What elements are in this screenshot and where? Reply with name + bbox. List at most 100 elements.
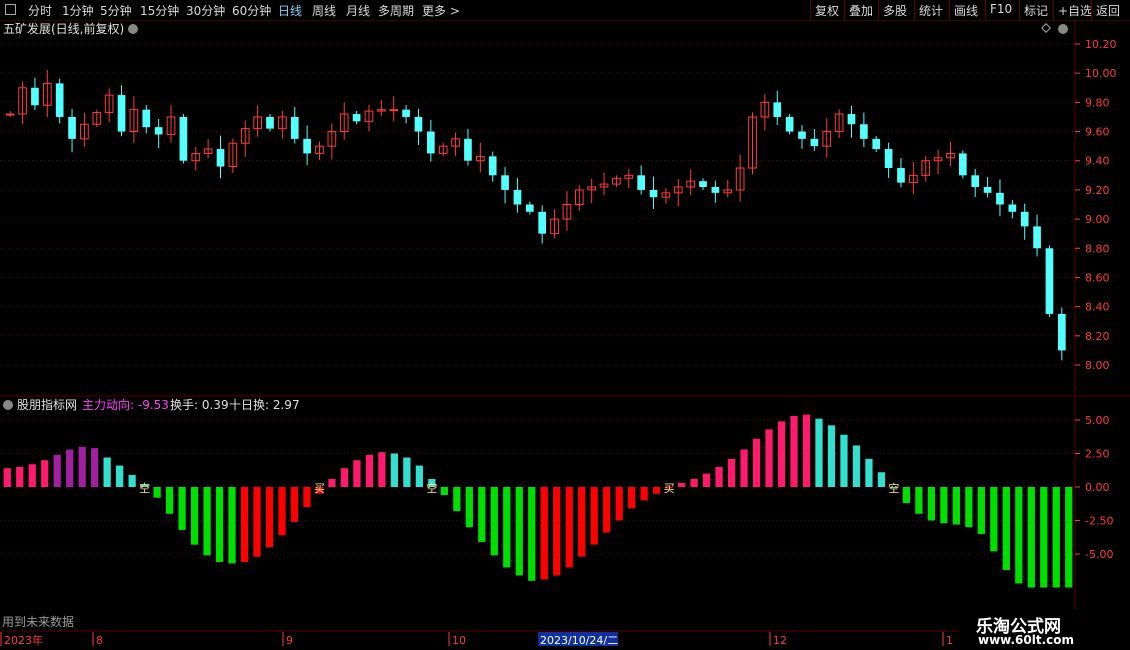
toolbar-item-8[interactable]: 月线 <box>346 2 370 19</box>
candle-down <box>971 175 980 187</box>
toolbar-right-item-0[interactable]: 复权 <box>815 2 839 19</box>
toolbar-right-item-7[interactable]: +自选 <box>1058 2 1092 19</box>
candle-down <box>810 138 819 147</box>
candle-down <box>959 153 967 176</box>
indicator-bar <box>578 487 586 557</box>
indicator-bar <box>815 418 823 487</box>
indicator-axis-label: -2.50 <box>1085 515 1113 528</box>
time-axis-label: 1 <box>946 634 953 647</box>
indicator-bar <box>190 487 199 545</box>
indicator-bar <box>440 487 448 496</box>
indicator-bar <box>952 487 960 525</box>
toolbar-right-item-4[interactable]: 画线 <box>954 2 978 19</box>
toolbar-item-7[interactable]: 周线 <box>312 2 336 19</box>
toolbar-item-5[interactable]: 60分钟 <box>232 2 271 19</box>
candle-down <box>290 116 299 139</box>
candle-down <box>414 116 423 132</box>
toolbar-item-10[interactable]: 更多 > <box>422 2 460 19</box>
toolbar-right-item-5[interactable]: F10 <box>990 2 1012 16</box>
indicator-bar <box>403 457 411 487</box>
price-axis-label: 8.20 <box>1085 330 1110 343</box>
toolbar-right-item-6[interactable]: 标记 <box>1024 2 1048 19</box>
indicator-bar <box>515 487 523 576</box>
candle-down <box>1008 204 1017 212</box>
title-dropdown-icon[interactable] <box>128 24 138 34</box>
candle-down <box>1020 211 1029 227</box>
candle-down <box>55 83 64 117</box>
price-axis-label: 8.40 <box>1085 301 1110 314</box>
toolbar-item-1[interactable]: 1分钟 <box>62 2 94 19</box>
indicator-bar <box>565 487 573 568</box>
indicator-bar <box>790 415 798 487</box>
indicator-bar <box>328 478 336 487</box>
diamond-icon[interactable] <box>1041 23 1051 33</box>
candle-down <box>464 138 472 161</box>
candle-down <box>860 124 868 139</box>
indicator-bar <box>727 458 736 487</box>
toolbar-item-3[interactable]: 15分钟 <box>140 2 179 19</box>
candle-down <box>154 127 163 135</box>
indicator-bar <box>278 487 286 536</box>
indicator-bar <box>240 487 249 563</box>
price-axis-label: 10.00 <box>1085 67 1117 80</box>
candle-down <box>699 181 707 187</box>
indicator-bar <box>91 448 99 487</box>
toolbar-right-item-8[interactable]: 返回 <box>1096 2 1120 19</box>
candle-down <box>847 114 856 125</box>
indicator-bar <box>740 449 748 487</box>
toolbar-item-0[interactable]: 分时 <box>28 2 52 19</box>
toolbar-item-9[interactable]: 多周期 <box>378 2 414 19</box>
price-axis-label: 9.20 <box>1085 184 1110 197</box>
indicator-bar <box>990 487 998 552</box>
top-toolbar: 分时 1分钟 5分钟 15分钟 30分钟 60分钟 日线 周线 月线 多周期 更多 > 复权 叠加 多股统… <box>0 0 1130 21</box>
indicator-bar <box>41 460 49 487</box>
toolbar-item-6[interactable]: 日线 <box>278 2 302 19</box>
toolbar-right-item-2[interactable]: 多股 <box>883 2 907 19</box>
indicator-bar <box>902 487 911 504</box>
indicator-bar <box>478 487 486 542</box>
candle-down <box>872 138 881 150</box>
indicator-bar <box>702 473 711 487</box>
toolbar-right-item-1[interactable]: 叠加 <box>849 2 873 19</box>
toolbar-right-item-3[interactable]: 统计 <box>919 2 943 19</box>
toolbar-item-4[interactable]: 30分钟 <box>186 2 225 19</box>
toolbar-item-2[interactable]: 5分钟 <box>100 2 132 19</box>
panel-close-icon[interactable] <box>1058 24 1068 34</box>
toolbar-separator <box>949 0 950 20</box>
indicator-bar <box>877 472 886 487</box>
candle-down <box>216 149 225 167</box>
indicator-bar <box>1015 487 1023 584</box>
indicator-bar <box>1065 487 1073 588</box>
candle-down <box>525 204 534 212</box>
watermark: 乐淘公式网 www.60lt.com <box>960 610 1130 650</box>
indicator-bar <box>465 487 473 528</box>
toolbar-separator <box>810 0 811 20</box>
indicator-bar <box>53 454 61 487</box>
toolbar-separator <box>914 0 915 20</box>
indicator-bar <box>752 438 761 487</box>
time-axis-label: 12 <box>773 634 787 647</box>
candle-down <box>1057 313 1066 351</box>
toolbar-separator <box>1019 0 1020 20</box>
indicator-bar <box>390 453 399 487</box>
candle-down <box>785 116 794 132</box>
toolbar-separator <box>844 0 845 20</box>
indicator-bar <box>765 429 773 487</box>
indicator-bar <box>353 460 361 487</box>
panel-menu-icon[interactable] <box>5 4 16 15</box>
signal-label-1: 买 <box>314 482 325 495</box>
candle-down <box>488 156 497 176</box>
indicator-axis-label: -5.00 <box>1085 548 1113 561</box>
candle-down <box>773 102 782 117</box>
indicator-dropdown-icon[interactable] <box>3 400 13 410</box>
indicator-bar <box>453 487 461 512</box>
indicator-bar <box>66 449 74 487</box>
main-force-label: 主力动向: -9.53 <box>82 397 169 412</box>
indicator-bar <box>1040 487 1048 588</box>
indicator-bar <box>528 487 536 581</box>
candle-down <box>513 189 522 205</box>
candle-down <box>501 175 509 190</box>
indicator-bar <box>78 446 86 487</box>
indicator-bar <box>165 487 174 514</box>
indicator-bar <box>103 457 111 487</box>
